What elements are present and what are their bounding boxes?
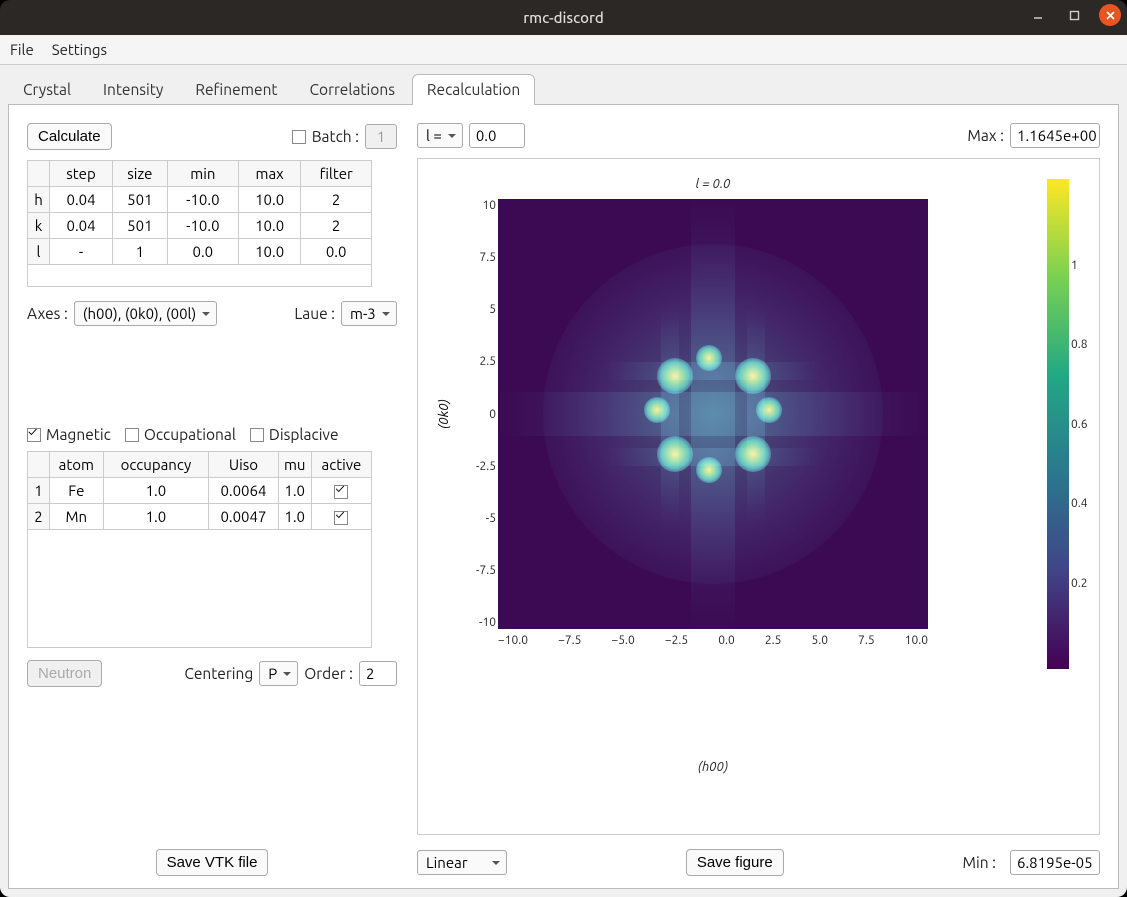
col-min: min <box>167 161 238 187</box>
atom-active-checkbox[interactable] <box>334 485 348 499</box>
occupational-label: Occupational <box>144 426 236 443</box>
col-size: size <box>113 161 168 187</box>
magnetic-checkbox[interactable] <box>27 428 41 442</box>
tab-bar: Crystal Intensity Refinement Correlation… <box>8 73 1119 105</box>
col-occupancy: occupancy <box>103 452 209 478</box>
menu-settings[interactable]: Settings <box>52 41 107 58</box>
table-row: 1 Fe 1.0 0.0064 1.0 <box>28 478 372 504</box>
max-label: Max : <box>967 127 1004 144</box>
close-button[interactable] <box>1099 4 1121 26</box>
save-vtk-button[interactable]: Save VTK file <box>156 849 269 876</box>
window-title: rmc-discord <box>0 9 1127 26</box>
order-input[interactable]: 2 <box>359 661 397 686</box>
min-input[interactable]: 6.8195e-05 <box>1010 850 1100 875</box>
plot-ylabel: (0k0) <box>436 199 452 629</box>
occupational-checkbox[interactable] <box>125 428 139 442</box>
table-row: 2 Mn 1.0 0.0047 1.0 <box>28 504 372 530</box>
colorbar-ticks: 1.2 1 0.8 0.6 0.4 0.2 0.0 <box>1071 179 1099 669</box>
menu-file[interactable]: File <box>10 41 34 58</box>
centering-label: Centering <box>184 665 253 682</box>
batch-checkbox[interactable] <box>292 130 306 144</box>
maximize-button[interactable] <box>1063 4 1085 26</box>
table-row: h 0.04 501 -10.0 10.0 2 <box>28 187 372 213</box>
laue-select[interactable]: m-3 <box>341 301 397 326</box>
tab-refinement[interactable]: Refinement <box>180 74 292 105</box>
batch-label: Batch : <box>312 128 359 145</box>
scale-select[interactable]: Linear <box>417 850 507 875</box>
plot-yticks: 107.552.50-2.5-5-7.5-10 <box>456 199 496 629</box>
centering-select[interactable]: P <box>259 661 298 686</box>
table-row: l - 1 0.0 10.0 0.0 <box>28 239 372 265</box>
col-filter: filter <box>301 161 372 187</box>
tab-crystal[interactable]: Crystal <box>8 74 86 105</box>
order-label: Order : <box>304 665 353 682</box>
table-row: k 0.04 501 -10.0 10.0 2 <box>28 213 372 239</box>
col-active: active <box>311 452 371 478</box>
intensity-plot[interactable]: l = 0.0 (0k0) 107.552.50-2.5-5-7.5-10 <box>417 158 1100 835</box>
calculate-button[interactable]: Calculate <box>27 123 112 150</box>
magnetic-label: Magnetic <box>46 426 111 443</box>
col-mu: mu <box>278 452 311 478</box>
slice-value-input[interactable]: 0.0 <box>469 123 525 148</box>
hkl-table[interactable]: step size min max filter h 0.04 501 -10.… <box>27 160 372 287</box>
minimize-button[interactable] <box>1027 4 1049 26</box>
plot-xlabel: (h00) <box>498 760 928 774</box>
slice-axis-select[interactable]: l = <box>417 123 463 148</box>
laue-label: Laue : <box>294 305 335 322</box>
displacive-label: Displacive <box>269 426 339 443</box>
window-titlebar: rmc-discord <box>0 0 1127 35</box>
col-uiso: Uiso <box>209 452 278 478</box>
col-max: max <box>238 161 300 187</box>
plot-xticks: −10.0−7.5−5.0−2.50.02.55.07.510.0 <box>498 634 928 647</box>
save-figure-button[interactable]: Save figure <box>686 849 784 876</box>
col-atom: atom <box>50 452 104 478</box>
tab-intensity[interactable]: Intensity <box>88 74 178 105</box>
tab-correlations[interactable]: Correlations <box>295 74 410 105</box>
colorbar <box>1047 179 1069 669</box>
plot-heatmap <box>498 199 928 629</box>
min-label: Min : <box>963 854 996 871</box>
batch-input: 1 <box>365 124 397 149</box>
menubar: File Settings <box>0 35 1127 65</box>
tab-recalculation[interactable]: Recalculation <box>412 74 535 105</box>
plot-title: l = 0.0 <box>498 177 928 191</box>
axes-label: Axes : <box>27 305 68 322</box>
col-step: step <box>50 161 113 187</box>
atom-active-checkbox[interactable] <box>334 511 348 525</box>
atom-table[interactable]: atom occupancy Uiso mu active 1 Fe 1.0 0… <box>27 451 372 648</box>
axes-select[interactable]: (h00), (0k0), (00l) <box>74 301 217 326</box>
displacive-checkbox[interactable] <box>250 428 264 442</box>
max-input[interactable]: 1.1645e+00 <box>1010 123 1100 148</box>
neutron-button: Neutron <box>27 660 102 687</box>
